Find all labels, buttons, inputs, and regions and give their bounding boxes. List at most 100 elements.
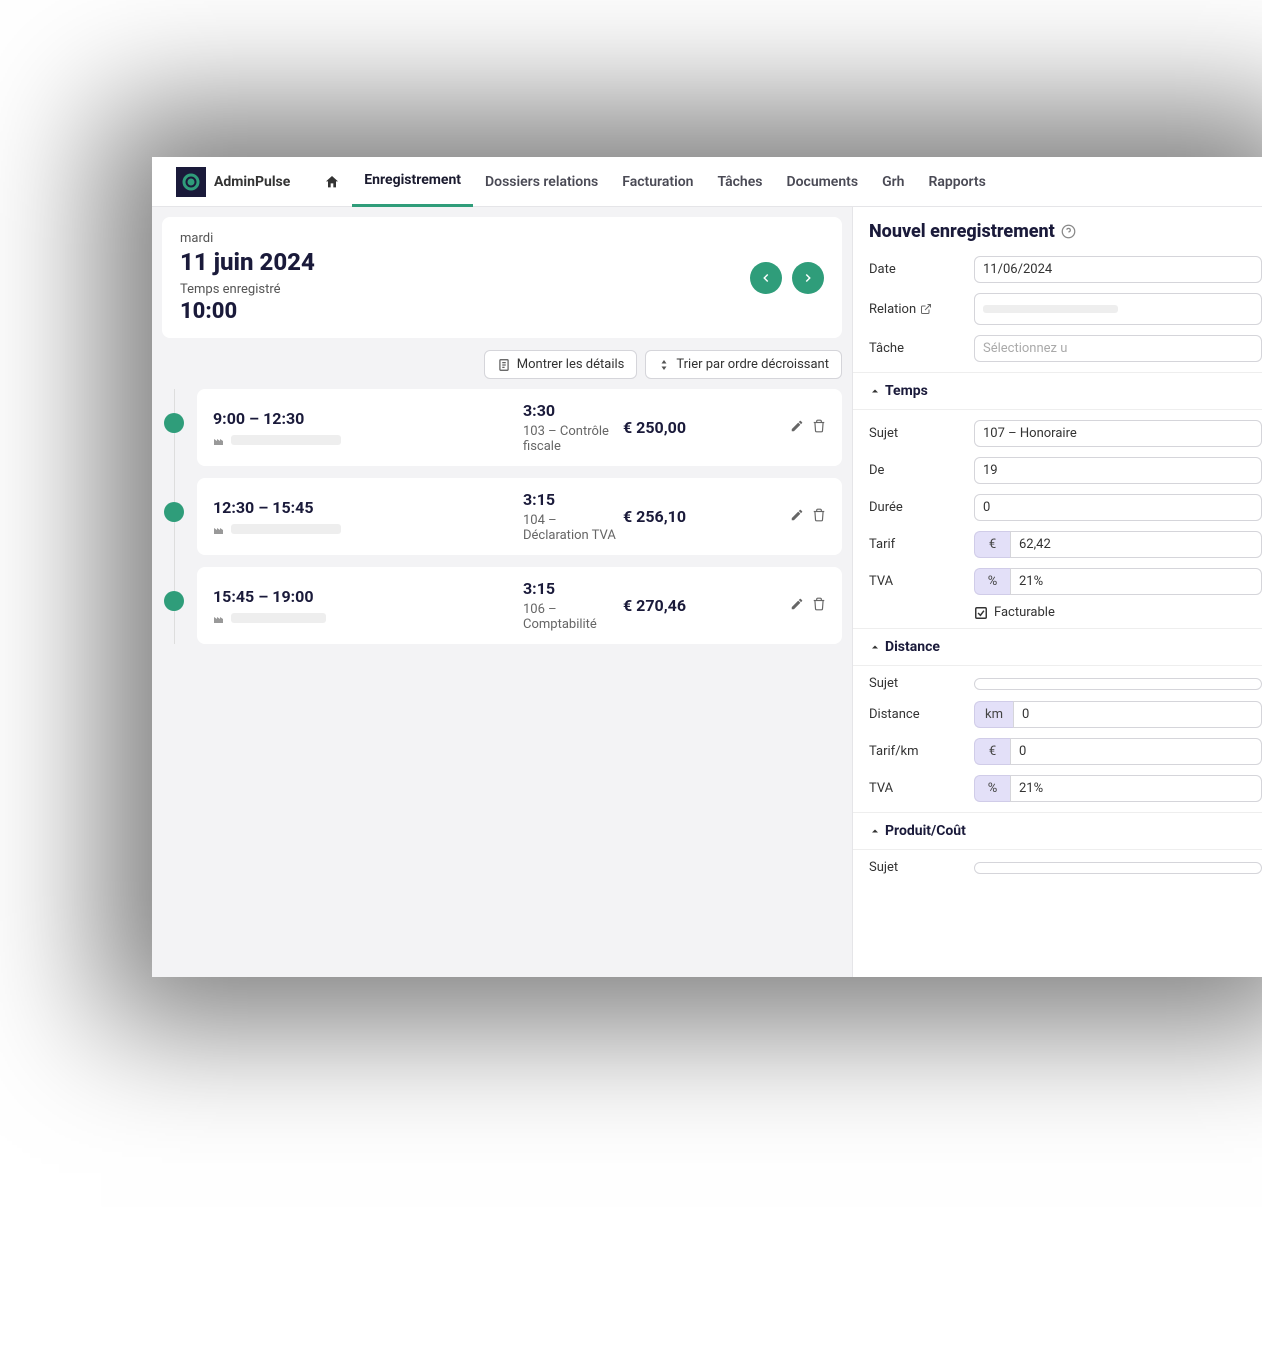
date-input[interactable]: 11/06/2024 bbox=[974, 256, 1262, 283]
distance-input[interactable]: 0 bbox=[1013, 701, 1262, 728]
edit-entry-button[interactable] bbox=[790, 418, 804, 437]
euro-prefix: € bbox=[974, 531, 1010, 558]
time-entry[interactable]: 12:30 – 15:45 3:15 104 – Déclaration TVA… bbox=[197, 478, 842, 555]
entry-time-range: 12:30 – 15:45 bbox=[213, 498, 523, 517]
factory-icon bbox=[213, 523, 225, 535]
temps-subject-input[interactable]: 107 – Honoraire bbox=[974, 420, 1262, 447]
day-summary-card: mardi 11 juin 2024 Temps enregistré 10:0… bbox=[162, 217, 842, 338]
distance-label: Distance bbox=[869, 707, 974, 722]
entry-amount: € 250,00 bbox=[623, 418, 790, 437]
pencil-icon bbox=[790, 597, 804, 611]
temps-rate-label: Tarif bbox=[869, 537, 974, 552]
delete-entry-button[interactable] bbox=[812, 596, 826, 615]
relation-label: Relation bbox=[869, 302, 974, 317]
factory-icon bbox=[213, 434, 225, 446]
distance-rate-label: Tarif/km bbox=[869, 744, 974, 759]
km-prefix: km bbox=[974, 701, 1013, 728]
factory-icon bbox=[213, 612, 225, 624]
recorded-time-value: 10:00 bbox=[180, 299, 315, 324]
sort-desc-button[interactable]: Trier par ordre décroissant bbox=[645, 350, 842, 379]
nav-enregistrement[interactable]: Enregistrement bbox=[352, 157, 473, 207]
section-product-header[interactable]: Produit/Coût bbox=[853, 812, 1262, 850]
percent-prefix: % bbox=[974, 568, 1010, 595]
edit-entry-button[interactable] bbox=[790, 507, 804, 526]
client-placeholder bbox=[231, 524, 341, 534]
section-temps-header[interactable]: Temps bbox=[853, 372, 1262, 410]
main-nav: Enregistrement Dossiers relations Factur… bbox=[312, 157, 998, 207]
next-day-button[interactable] bbox=[792, 262, 824, 294]
temps-vat-label: TVA bbox=[869, 574, 974, 589]
delete-entry-button[interactable] bbox=[812, 418, 826, 437]
nav-rapports[interactable]: Rapports bbox=[916, 157, 997, 207]
section-distance-header[interactable]: Distance bbox=[853, 628, 1262, 666]
distance-vat-label: TVA bbox=[869, 781, 974, 796]
task-select[interactable]: Sélectionnez u bbox=[974, 335, 1262, 362]
sort-icon bbox=[658, 358, 670, 372]
list-toolbar: Montrer les détails Trier par ordre décr… bbox=[162, 346, 842, 389]
pencil-icon bbox=[790, 508, 804, 522]
chevron-up-icon bbox=[869, 825, 881, 837]
prev-day-button[interactable] bbox=[750, 262, 782, 294]
temps-duration-input[interactable]: 0 bbox=[974, 494, 1262, 521]
external-link-icon[interactable] bbox=[920, 303, 932, 315]
trash-icon bbox=[812, 508, 826, 522]
nav-facturation[interactable]: Facturation bbox=[610, 157, 705, 207]
time-entry[interactable]: 9:00 – 12:30 3:30 103 – Contrôle fiscale… bbox=[197, 389, 842, 466]
distance-vat-input[interactable]: 21% bbox=[1010, 775, 1262, 802]
entry-desc: 103 – Contrôle fiscale bbox=[523, 424, 623, 454]
nav-home[interactable] bbox=[312, 157, 352, 207]
trash-icon bbox=[812, 597, 826, 611]
weekday-label: mardi bbox=[180, 231, 315, 246]
show-details-label: Montrer les détails bbox=[517, 357, 625, 372]
product-subject-label: Sujet bbox=[869, 860, 974, 875]
timeline-dot bbox=[164, 591, 184, 611]
temps-duration-label: Durée bbox=[869, 500, 974, 515]
nav-dossiers[interactable]: Dossiers relations bbox=[473, 157, 610, 207]
nav-documents[interactable]: Documents bbox=[774, 157, 870, 207]
recorded-time-label: Temps enregistré bbox=[180, 282, 315, 297]
client-placeholder bbox=[231, 435, 341, 445]
distance-subject-input[interactable] bbox=[974, 678, 1262, 690]
percent-prefix: % bbox=[974, 775, 1010, 802]
entry-duration: 3:15 bbox=[523, 579, 623, 598]
product-subject-input[interactable] bbox=[974, 862, 1262, 874]
entry-amount: € 256,10 bbox=[623, 507, 790, 526]
timeline-track: 9:00 – 12:30 3:30 103 – Contrôle fiscale… bbox=[174, 389, 842, 644]
chevron-up-icon bbox=[869, 385, 881, 397]
help-icon[interactable] bbox=[1061, 224, 1076, 239]
temps-from-label: De bbox=[869, 463, 974, 478]
entry-time-range: 9:00 – 12:30 bbox=[213, 409, 523, 428]
delete-entry-button[interactable] bbox=[812, 507, 826, 526]
entry-duration: 3:15 bbox=[523, 490, 623, 509]
show-details-button[interactable]: Montrer les détails bbox=[484, 350, 638, 379]
current-date: 11 juin 2024 bbox=[180, 248, 315, 276]
pencil-icon bbox=[790, 419, 804, 433]
temps-rate-input[interactable]: 62,42 bbox=[1010, 531, 1262, 558]
topbar: AdminPulse Enregistrement Dossiers relat… bbox=[152, 157, 1262, 207]
relation-placeholder bbox=[983, 305, 1118, 313]
entry-duration: 3:30 bbox=[523, 401, 623, 420]
trash-icon bbox=[812, 419, 826, 433]
sort-desc-label: Trier par ordre décroissant bbox=[676, 357, 829, 372]
euro-prefix: € bbox=[974, 738, 1010, 765]
entry-desc: 104 – Déclaration TVA bbox=[523, 513, 623, 543]
chevron-left-icon bbox=[759, 271, 773, 285]
nav-taches[interactable]: Tâches bbox=[705, 157, 774, 207]
temps-vat-input[interactable]: 21% bbox=[1010, 568, 1262, 595]
edit-entry-button[interactable] bbox=[790, 596, 804, 615]
brand-logo[interactable]: AdminPulse bbox=[176, 167, 290, 197]
distance-subject-label: Sujet bbox=[869, 676, 974, 691]
left-panel: mardi 11 juin 2024 Temps enregistré 10:0… bbox=[152, 207, 852, 977]
relation-input[interactable] bbox=[974, 293, 1262, 325]
app-window: AdminPulse Enregistrement Dossiers relat… bbox=[152, 157, 1262, 977]
task-label: Tâche bbox=[869, 341, 974, 356]
distance-rate-input[interactable]: 0 bbox=[1010, 738, 1262, 765]
time-entry[interactable]: 15:45 – 19:00 3:15 106 – Comptabilité € … bbox=[197, 567, 842, 644]
billable-label: Facturable bbox=[994, 605, 1055, 620]
entry-time-range: 15:45 – 19:00 bbox=[213, 587, 523, 606]
temps-from-input[interactable]: 19 bbox=[974, 457, 1262, 484]
nav-grh[interactable]: Grh bbox=[870, 157, 916, 207]
checkbox-checked-icon[interactable] bbox=[974, 606, 988, 620]
home-icon bbox=[324, 174, 340, 190]
date-label: Date bbox=[869, 262, 974, 277]
